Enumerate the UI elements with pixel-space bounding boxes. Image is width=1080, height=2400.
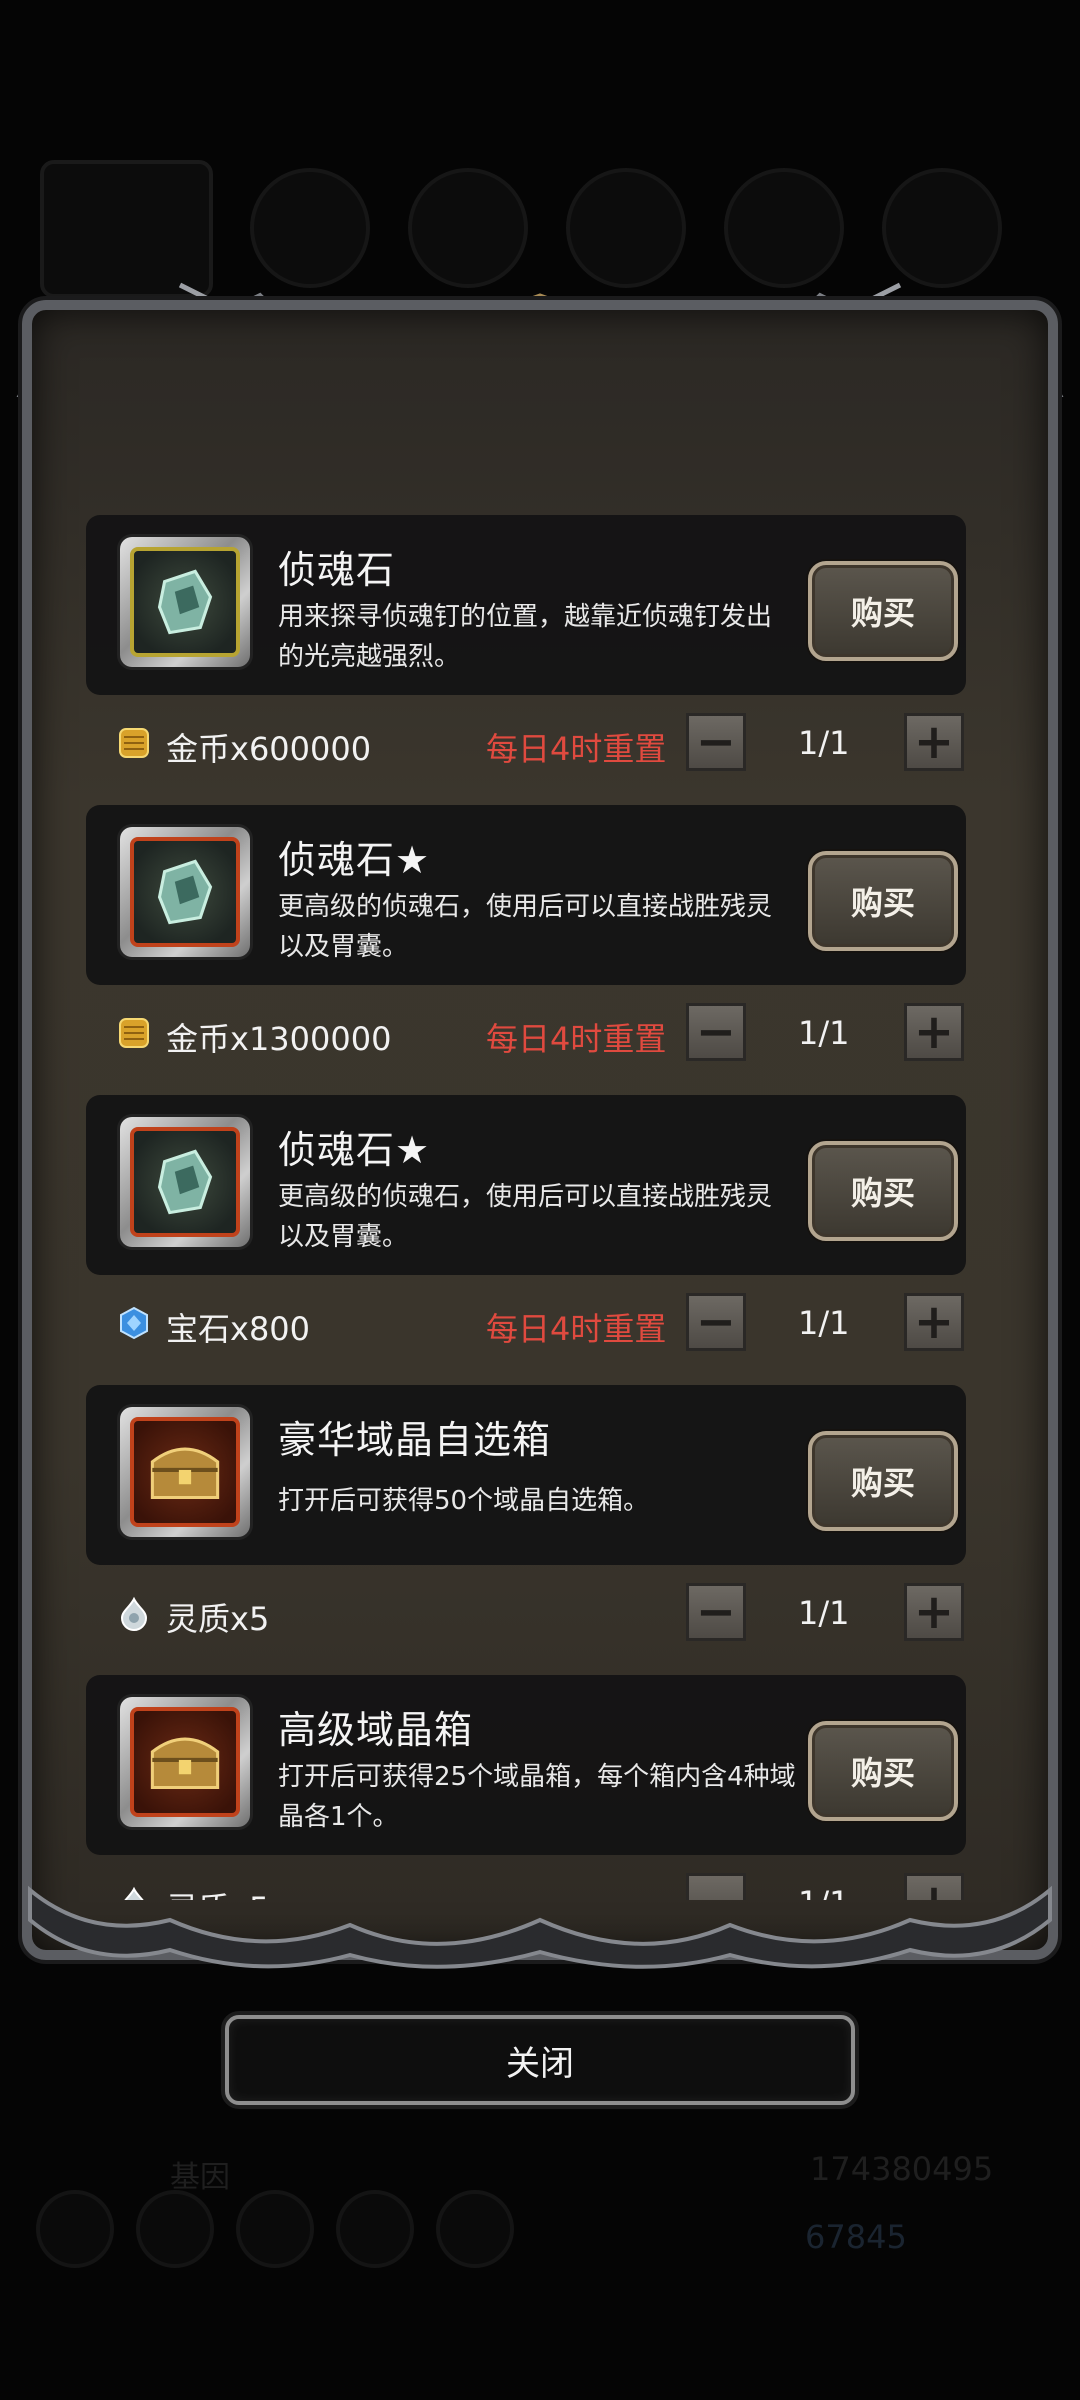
item-price: 灵质x5 bbox=[166, 1600, 270, 1638]
item-icon-frame bbox=[120, 1407, 250, 1537]
decrease-button[interactable]: − bbox=[686, 1003, 746, 1061]
item-title: 豪华域晶自选箱 bbox=[278, 1418, 552, 1462]
spirit-essence-icon bbox=[120, 1596, 148, 1631]
quantity: 1/1 bbox=[798, 1304, 850, 1342]
decrease-button[interactable]: − bbox=[686, 713, 746, 771]
menu-icon bbox=[236, 2190, 314, 2268]
item-icon-frame bbox=[120, 1697, 250, 1827]
reset-note: 每日4时重置 bbox=[486, 1310, 667, 1348]
quantity: 1/1 bbox=[798, 724, 850, 762]
soul-stone-icon bbox=[130, 837, 240, 947]
gem-amount: 67845 bbox=[805, 2218, 907, 2256]
buy-button[interactable]: 购买 bbox=[808, 851, 958, 951]
item-description: 更高级的侦魂石，使用后可以直接战胜残灵以及胃囊。 bbox=[278, 1182, 773, 1252]
background-bottom-bar: 基因 174380495 67845 bbox=[0, 2120, 1080, 2320]
item-description: 打开后可获得50个域晶自选箱。 bbox=[278, 1486, 650, 1516]
item-price: 金币x1300000 bbox=[166, 1020, 392, 1058]
gem-icon bbox=[120, 1306, 148, 1340]
item-price: 金币x600000 bbox=[166, 730, 372, 768]
increase-button[interactable]: + bbox=[904, 1293, 964, 1351]
quantity: 1/1 bbox=[798, 1594, 850, 1632]
reset-note: 每日4时重置 bbox=[486, 730, 667, 768]
close-button[interactable]: 关闭 bbox=[225, 2015, 855, 2105]
soul-stone-icon bbox=[130, 547, 240, 657]
gold-amount: 174380495 bbox=[810, 2150, 994, 2188]
price-row: 金币x1300000 每日4时重置 − 1/1 + bbox=[86, 1000, 966, 1064]
gold-coin-icon bbox=[119, 728, 149, 758]
item-title: 侦魂石★ bbox=[278, 1128, 431, 1172]
increase-button[interactable]: + bbox=[904, 1003, 964, 1061]
price-row: 灵质x5 − 1/1 + bbox=[86, 1580, 966, 1644]
treasure-chest-icon bbox=[130, 1707, 240, 1817]
buy-button[interactable]: 购买 bbox=[808, 1141, 958, 1241]
list-item: 高级域晶箱 打开后可获得25个域晶箱，每个箱内含4种域晶各1个。 购买 灵质x5… bbox=[86, 1670, 966, 1900]
menu-icon bbox=[36, 2190, 114, 2268]
buy-button[interactable]: 购买 bbox=[808, 1431, 958, 1531]
menu-icon bbox=[436, 2190, 514, 2268]
buy-button[interactable]: 购买 bbox=[808, 561, 958, 661]
increase-button[interactable]: + bbox=[904, 1583, 964, 1641]
buy-button[interactable]: 购买 bbox=[808, 1721, 958, 1821]
item-card: 豪华域晶自选箱 打开后可获得50个域晶自选箱。 购买 bbox=[86, 1385, 966, 1565]
item-description: 打开后可获得25个域晶箱，每个箱内含4种域晶各1个。 bbox=[278, 1762, 796, 1832]
item-price: 宝石x800 bbox=[166, 1310, 311, 1348]
decrease-button[interactable]: − bbox=[686, 1583, 746, 1641]
item-card: 侦魂石★ 更高级的侦魂石，使用后可以直接战胜残灵以及胃囊。 购买 bbox=[86, 1095, 966, 1275]
price-row: 宝石x800 每日4时重置 − 1/1 + bbox=[86, 1290, 966, 1354]
list-item: 豪华域晶自选箱 打开后可获得50个域晶自选箱。 购买 灵质x5 − 1/1 + bbox=[86, 1380, 966, 1670]
menu-icon bbox=[136, 2190, 214, 2268]
frame-bottom-ornament bbox=[28, 1885, 1052, 1969]
menu-icon bbox=[336, 2190, 414, 2268]
item-icon-frame bbox=[120, 1117, 250, 1247]
list-item: 侦魂石★ 更高级的侦魂石，使用后可以直接战胜残灵以及胃囊。 购买 金币x1300… bbox=[86, 800, 966, 1090]
item-card: 侦魂石 用来探寻侦魂钉的位置，越靠近侦魂钉发出的光亮越强烈。 购买 bbox=[86, 515, 966, 695]
item-title: 侦魂石 bbox=[278, 548, 396, 592]
quantity: 1/1 bbox=[798, 1014, 850, 1052]
price-row: 金币x600000 每日4时重置 − 1/1 + bbox=[86, 710, 966, 774]
item-title: 侦魂石★ bbox=[278, 838, 431, 882]
decrease-button[interactable]: − bbox=[686, 1293, 746, 1351]
item-description: 更高级的侦魂石，使用后可以直接战胜残灵以及胃囊。 bbox=[278, 892, 773, 962]
item-icon-frame bbox=[120, 537, 250, 667]
reset-note: 每日4时重置 bbox=[486, 1020, 667, 1058]
list-item: 侦魂石 用来探寻侦魂钉的位置，越靠近侦魂钉发出的光亮越强烈。 购买 金币x600… bbox=[86, 510, 966, 800]
item-icon-frame bbox=[120, 827, 250, 957]
item-card: 高级域晶箱 打开后可获得25个域晶箱，每个箱内含4种域晶各1个。 购买 bbox=[86, 1675, 966, 1855]
treasure-chest-icon bbox=[130, 1417, 240, 1527]
item-description: 用来探寻侦魂钉的位置，越靠近侦魂钉发出的光亮越强烈。 bbox=[278, 602, 773, 672]
item-title: 高级域晶箱 bbox=[278, 1708, 474, 1752]
increase-button[interactable]: + bbox=[904, 713, 964, 771]
gold-coin-icon bbox=[119, 1018, 149, 1048]
item-card: 侦魂石★ 更高级的侦魂石，使用后可以直接战胜残灵以及胃囊。 购买 bbox=[86, 805, 966, 985]
soul-stone-icon bbox=[130, 1127, 240, 1237]
shop-item-list[interactable]: 侦魂石 用来探寻侦魂钉的位置，越靠近侦魂钉发出的光亮越强烈。 购买 金币x600… bbox=[86, 510, 966, 1900]
list-item: 侦魂石★ 更高级的侦魂石，使用后可以直接战胜残灵以及胃囊。 购买 宝石x800 … bbox=[86, 1090, 966, 1380]
